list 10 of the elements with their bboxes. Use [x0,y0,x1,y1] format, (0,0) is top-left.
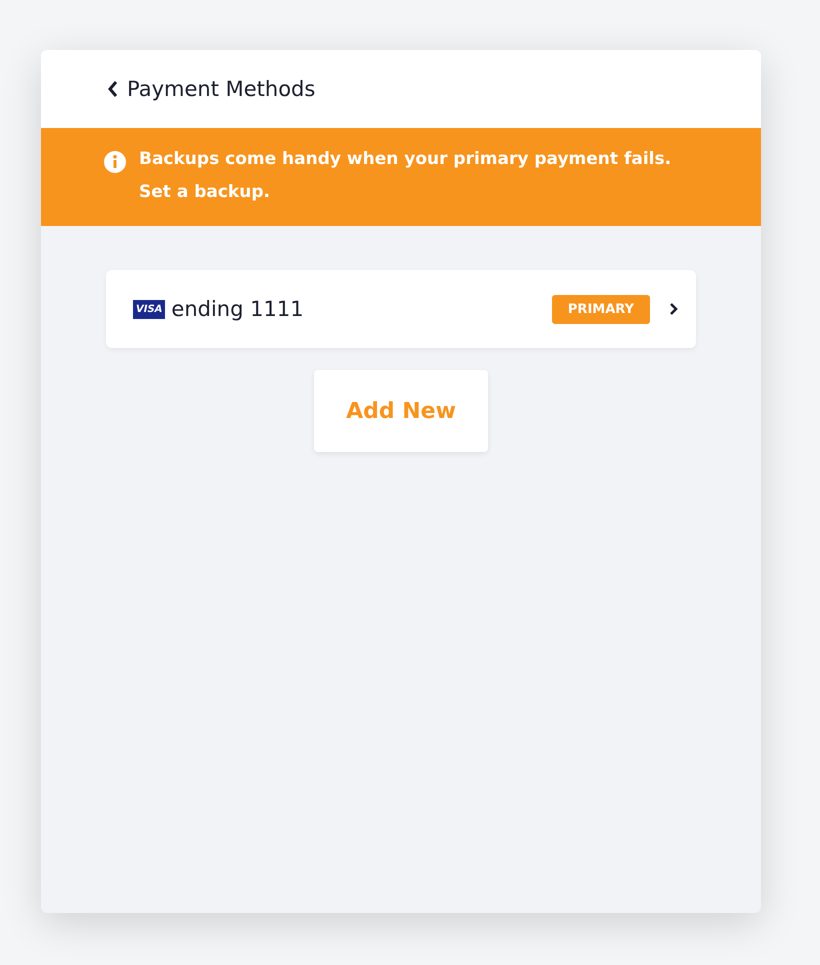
card-brand-logo: VISA [133,300,166,318]
card-label: ending 1111 [171,297,305,321]
chevron-right-icon [668,302,678,316]
back-chevron-icon [107,80,119,98]
info-icon [103,150,127,174]
primary-badge: PRIMARY [552,294,650,324]
banner-text: Backups come handy when your primary payment fails. [139,148,672,171]
banner-text: Set a backup. [139,181,271,204]
back-button[interactable]: Payment Methods [107,77,316,101]
payment-method-row[interactable]: VISA ending 1111 PRIMARY [106,270,696,348]
